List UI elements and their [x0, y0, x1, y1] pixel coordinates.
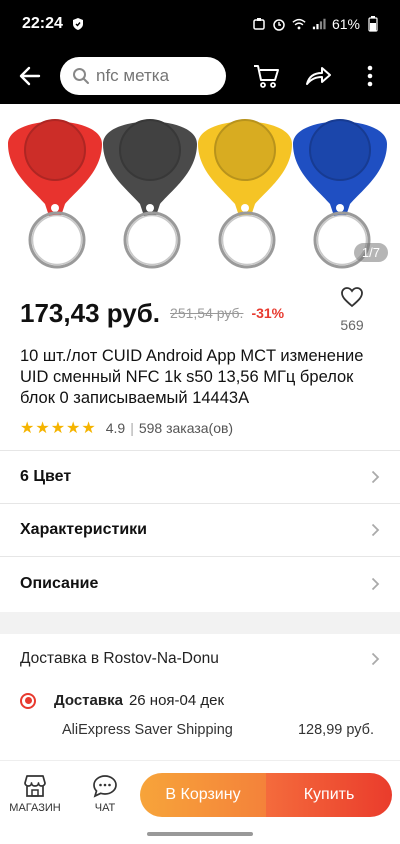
delivery-radio[interactable]	[20, 692, 36, 709]
delivery-option[interactable]: Доставка 26 ноя-04 дек	[20, 692, 380, 709]
product-title: 10 шт./лот CUID Android App MCT изменени…	[20, 347, 364, 407]
color-selector-row[interactable]: 6 Цвет	[0, 451, 400, 503]
more-menu-button[interactable]	[344, 48, 396, 104]
current-price: 173,43 руб.	[20, 297, 161, 328]
status-time: 22:24	[22, 15, 63, 32]
wishlist-button[interactable]: 569	[332, 286, 372, 333]
gallery-counter: 1/7	[353, 243, 388, 262]
key-fob-tag	[8, 119, 102, 269]
battery-icon	[366, 16, 380, 32]
price-row: 173,43 руб. 251,54 руб. -31% 569	[20, 287, 380, 336]
shipping-method-row: AliExpress Saver Shipping 128,99 руб.	[62, 722, 374, 738]
share-button[interactable]	[292, 48, 344, 104]
description-row[interactable]: Описание	[0, 558, 400, 610]
store-button[interactable]: МАГАЗИН	[0, 774, 70, 814]
alarm-icon	[272, 17, 286, 31]
search-input[interactable]	[96, 66, 216, 86]
shield-icon	[71, 17, 85, 31]
battery-percent: 61%	[331, 16, 360, 32]
rating-value: 4.9	[105, 420, 126, 436]
specs-row[interactable]: Характеристики	[0, 504, 400, 556]
shopping-cart-icon	[254, 65, 279, 88]
divider	[0, 556, 400, 557]
shipping-method: AliExpress Saver Shipping	[62, 722, 233, 738]
delivery-label: Доставка	[54, 692, 123, 709]
search-icon	[73, 68, 89, 84]
store-label: МАГАЗИН	[9, 801, 61, 814]
wishlist-count: 569	[340, 317, 364, 333]
section-separator	[0, 612, 400, 634]
color-count-label: 6 Цвет	[20, 468, 72, 485]
key-fob-tag	[198, 119, 292, 269]
chevron-right-icon	[371, 523, 380, 537]
system-nav-bar	[0, 826, 400, 844]
star-icon: ★	[81, 420, 96, 437]
description-label: Описание	[20, 575, 99, 592]
purchase-buttons: В Корзину Купить	[140, 773, 392, 817]
rating-separator: |	[130, 420, 134, 436]
wifi-icon	[292, 17, 306, 31]
key-fob-tag	[103, 119, 197, 269]
star-icon: ★	[50, 420, 66, 437]
rating-stars: ★ ★ ★ ★ ★	[20, 418, 96, 438]
cart-button[interactable]	[240, 48, 292, 104]
buy-now-button[interactable]: Купить	[266, 773, 392, 817]
star-icon: ★	[66, 420, 81, 437]
chevron-right-icon	[371, 652, 380, 666]
product-gallery[interactable]: 1/7	[0, 104, 400, 284]
chat-label: ЧАТ	[94, 801, 116, 814]
status-bar: 22:24 61%	[0, 0, 400, 48]
heart-icon	[341, 287, 363, 308]
chat-button[interactable]: ЧАТ	[70, 774, 140, 814]
notification-icon	[252, 17, 266, 31]
product-image	[8, 119, 387, 269]
share-arrow-icon	[306, 67, 331, 85]
delivery-dates: 26 ноя-04 дек	[128, 692, 225, 709]
shipping-cost: 128,99 руб.	[297, 722, 374, 738]
bottom-action-bar: МАГАЗИН ЧАТ В Корзину Купить	[0, 760, 400, 826]
home-handle[interactable]	[147, 832, 253, 836]
search-bar[interactable]	[60, 57, 226, 95]
top-app-bar	[0, 48, 400, 104]
chat-bubble-icon	[93, 774, 117, 798]
back-button[interactable]	[0, 48, 60, 104]
old-price: 251,54 руб.	[170, 305, 244, 321]
delivery-location-label: Доставка в Rostov-Na-Donu	[20, 650, 219, 667]
chevron-right-icon	[371, 470, 380, 484]
specs-label: Характеристики	[20, 521, 148, 538]
discount-badge: -31%	[251, 305, 285, 321]
star-icon: ★	[35, 420, 50, 437]
chevron-right-icon	[371, 577, 380, 591]
more-vertical-icon	[367, 65, 373, 87]
store-icon	[24, 774, 46, 797]
star-icon: ★	[20, 420, 35, 437]
arrow-left-icon	[19, 66, 41, 86]
delivery-location-row[interactable]: Доставка в Rostov-Na-Donu	[20, 646, 380, 672]
orders-count: 598 заказа(ов)	[138, 420, 234, 436]
add-to-cart-button[interactable]: В Корзину	[140, 773, 266, 817]
signal-icon	[312, 17, 326, 31]
rating-row[interactable]: ★ ★ ★ ★ ★ 4.9 | 598 заказа(ов)	[20, 418, 233, 438]
